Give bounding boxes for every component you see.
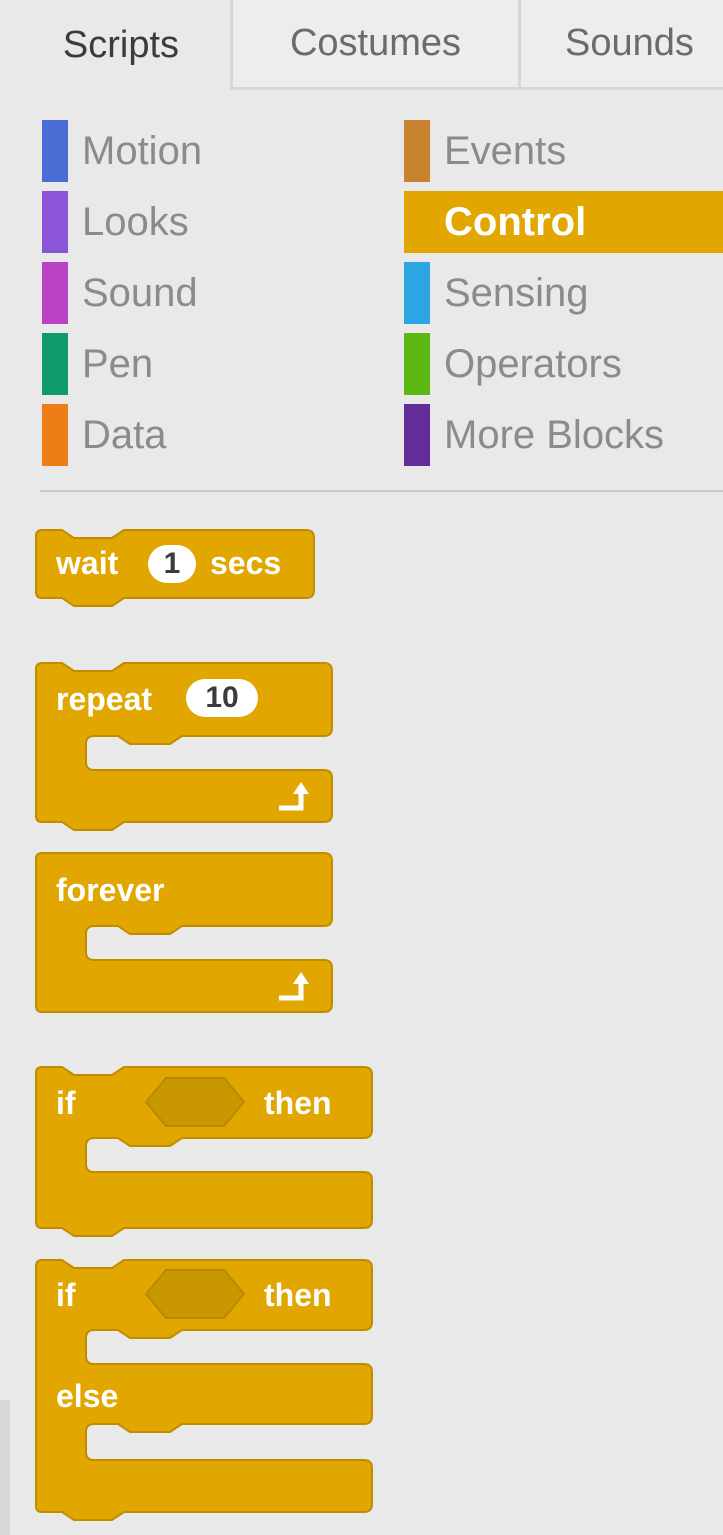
category-sensing[interactable]: Sensing [404,262,589,324]
tab-scripts[interactable]: Scripts [12,0,230,90]
category-label: Events [444,128,567,173]
condition-slot[interactable] [146,1078,244,1126]
tab-sounds[interactable]: Sounds [518,0,723,90]
category-operators[interactable]: Operators [404,333,622,395]
category-looks[interactable]: Looks [42,191,189,253]
condition-slot[interactable] [146,1270,244,1318]
category-label: More Blocks [444,412,665,457]
category-color-swatch [404,404,430,466]
category-events[interactable]: Events [404,120,566,182]
repeat-label: repeat [56,681,153,717]
category-color-swatch [42,333,68,395]
repeat-count-input[interactable]: 10 [186,679,258,717]
category-color-swatch [404,120,430,182]
category-color-swatch [42,404,68,466]
palette-divider [40,490,723,492]
category-color-swatch [404,262,430,324]
category-motion[interactable]: Motion [42,120,202,182]
category-data[interactable]: Data [42,404,167,466]
then-label: then [264,1085,332,1121]
loop-arrow-icon [279,972,309,1001]
then-label: then [264,1277,332,1313]
repeat-block[interactable]: repeat [56,681,152,718]
category-more-blocks[interactable]: More Blocks [404,404,664,466]
tab-costumes[interactable]: Costumes [230,0,518,90]
else-label: else [56,1378,119,1414]
category-color-swatch [404,333,430,395]
wait-block[interactable]: wait [56,545,118,582]
panel-edge [0,1400,10,1535]
category-label: Data [82,412,167,457]
category-sound[interactable]: Sound [42,262,198,324]
category-label: Motion [82,128,203,173]
forever-block[interactable]: forever [56,872,165,909]
category-label: Sensing [444,270,589,315]
category-color-swatch [42,262,68,324]
if-else-block[interactable]: if [56,1277,76,1314]
category-label: Pen [82,341,154,386]
loop-arrow-icon [279,782,309,811]
if-then-block[interactable]: if [56,1085,76,1122]
category-label: Control [444,199,587,244]
category-label: Operators [444,341,622,386]
forever-label: forever [56,872,165,908]
wait-seconds-input[interactable]: 1 [148,545,196,583]
category-label: Sound [82,270,198,315]
category-label: Looks [82,199,189,244]
secs-label: secs [210,545,282,581]
category-control[interactable]: Control [404,191,723,253]
tab-bar: Scripts Costumes Sounds [0,0,723,92]
wait-label: wait [56,545,119,581]
category-color-swatch [42,191,68,253]
if-label: if [56,1085,76,1121]
if-label: if [56,1277,76,1313]
category-pen[interactable]: Pen [42,333,153,395]
category-color-swatch [42,120,68,182]
